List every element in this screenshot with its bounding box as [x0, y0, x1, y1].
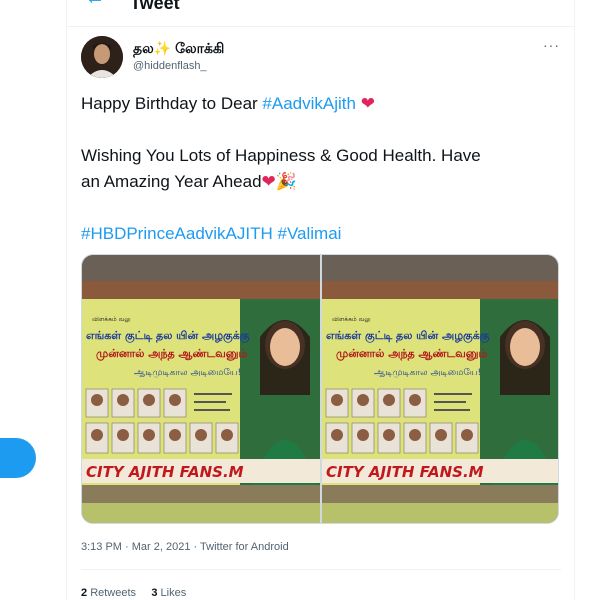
likes-label: Likes: [160, 587, 187, 599]
heart-emoji: ❤: [355, 94, 375, 113]
likes-count: 3: [151, 587, 158, 599]
banner-line-3: ஆடிமுடிகால அடிமையே!: [374, 368, 481, 378]
retweets-stat[interactable]: 2 Retweets: [81, 587, 136, 599]
tweet-line: Wishing You Lots of Happiness & Good Hea…: [81, 143, 561, 169]
tweet-line: Happy Birthday to Dear #AadvikAjith ❤: [81, 91, 561, 117]
arrow-left-icon[interactable]: ←: [85, 0, 105, 8]
author-display-name[interactable]: தல✨ லோக்கி: [133, 40, 224, 56]
hashtag-link[interactable]: #Valimai: [278, 224, 342, 243]
author-handle[interactable]: @hiddenflash_: [133, 59, 207, 73]
column-border-right: [574, 0, 575, 600]
page-title: Tweet: [130, 0, 180, 13]
tweet-text: Happy Birthday to Dear: [81, 94, 263, 113]
more-options-icon[interactable]: ···: [543, 38, 560, 52]
page-header: ← Tweet: [67, 0, 574, 14]
banner-footer: CITY AJITH FANS.M: [326, 463, 484, 481]
tweet-line: #HBDPrinceAadvikAJITH #Valimai: [81, 221, 561, 247]
heart-party-emoji: ❤🎉: [261, 172, 297, 191]
media-image-2[interactable]: விளக்கம் வலு எங்கள் குட்டி தல யின் அழகுக…: [322, 255, 558, 523]
banner-line-2: முன்னால் அந்த ஆண்டவனும்: [96, 347, 247, 361]
banner-line-3: ஆடிமுடிகால அடிமையே!: [134, 368, 241, 378]
hashtag-link[interactable]: #AadvikAjith: [262, 94, 356, 113]
left-nav-strip: [0, 0, 66, 600]
banner-footer: CITY AJITH FANS.M: [86, 463, 244, 481]
display-name-part: தல: [133, 40, 154, 56]
retweets-label: Retweets: [90, 587, 137, 599]
retweets-count: 2: [81, 587, 88, 599]
tweet-time[interactable]: 3:13 PM: [81, 541, 122, 553]
header-divider: [67, 26, 574, 27]
tweet-text: an Amazing Year Ahead: [81, 172, 262, 191]
banner-header: விளக்கம் வலு: [332, 316, 371, 323]
column-border-left: [66, 0, 67, 600]
stats-divider: [81, 569, 561, 570]
tweet-line: an Amazing Year Ahead❤🎉: [81, 169, 561, 195]
banner-line-1: எங்கள் குட்டி தல யின் அழகுக்கு: [86, 329, 250, 344]
sparkle-icon: ✨: [153, 40, 172, 56]
banner-line-1: எங்கள் குட்டி தல யின் அழகுக்கு: [326, 329, 490, 344]
banner-line-2: முன்னால் அந்த ஆண்டவனும்: [336, 347, 487, 361]
meta-separator: ·: [121, 541, 132, 553]
display-name-part: லோக்கி: [171, 40, 225, 56]
tweet-meta: 3:13 PM · Mar 2, 2021 · Twitter for Andr…: [81, 540, 289, 554]
tweet-stats: 2 Retweets 3 Likes: [81, 586, 186, 600]
meta-separator: ·: [190, 541, 201, 553]
tweet-source[interactable]: Twitter for Android: [200, 541, 289, 553]
tweet-date[interactable]: Mar 2, 2021: [132, 541, 191, 553]
avatar[interactable]: [81, 36, 123, 78]
tweet-media[interactable]: விளக்கம் வலு எங்கள் குட்டி தல யின் அழகுக…: [81, 254, 559, 524]
likes-stat[interactable]: 3 Likes: [151, 587, 186, 599]
media-image-1[interactable]: விளக்கம் வலு எங்கள் குட்டி தல யின் அழகுக…: [82, 255, 320, 523]
banner-header: விளக்கம் வலு: [92, 316, 131, 323]
hashtag-link[interactable]: #HBDPrinceAadvikAJITH: [81, 224, 273, 243]
tweet-text: Wishing You Lots of Happiness & Good Hea…: [81, 146, 481, 165]
